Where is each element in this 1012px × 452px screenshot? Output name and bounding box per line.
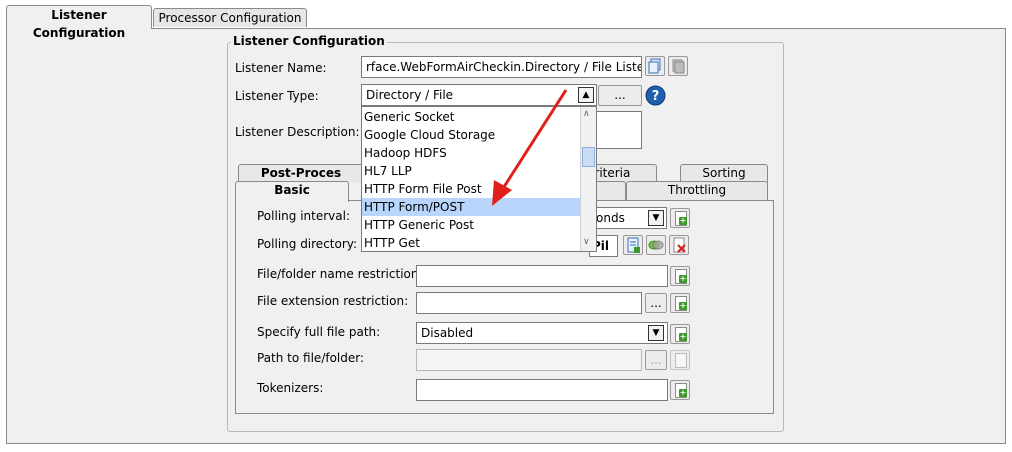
list-item[interactable]: HTTP Get xyxy=(362,234,596,252)
copy-icon xyxy=(648,58,661,74)
listener-name-label: Listener Name: xyxy=(235,61,327,75)
scroll-up-arrow-icon[interactable]: ∧ xyxy=(583,109,590,119)
ext-restriction-browse-button[interactable]: ... xyxy=(645,293,667,313)
name-restriction-label: File/folder name restriction: xyxy=(257,267,423,281)
polling-directory-label: Polling directory: xyxy=(257,237,358,251)
svg-text:?: ? xyxy=(652,89,660,104)
full-path-label: Specify full file path: xyxy=(257,325,381,339)
paste-button[interactable] xyxy=(668,56,688,76)
tokenizers-add-button[interactable]: + xyxy=(670,380,690,400)
listener-description-label: Listener Description: xyxy=(235,125,360,139)
listener-name-field[interactable]: rface.WebFormAirCheckin.Directory / File… xyxy=(361,56,642,78)
note-icon xyxy=(627,237,640,253)
add-icon: + xyxy=(679,274,687,283)
dropdown-scrollbar[interactable]: ∧ ∨ xyxy=(580,107,596,251)
tokenizers-label: Tokenizers: xyxy=(257,381,324,395)
add-icon: + xyxy=(679,332,687,341)
full-path-add-button[interactable]: + xyxy=(670,324,690,344)
listener-type-browse-button[interactable]: ... xyxy=(598,85,642,106)
polling-interval-add-button[interactable]: + xyxy=(670,208,690,228)
ext-restriction-label: File extension restriction: xyxy=(257,294,409,308)
copy-button[interactable] xyxy=(645,56,665,76)
chevron-down-icon[interactable]: ▼ xyxy=(648,210,664,226)
tab-listener-configuration[interactable]: Listener Configuration xyxy=(6,5,152,40)
listener-type-label: Listener Type: xyxy=(235,89,319,103)
delete-icon xyxy=(673,237,686,253)
path-to-add-button xyxy=(670,350,690,370)
scrollbar-thumb[interactable] xyxy=(582,147,595,167)
add-icon: + xyxy=(679,301,687,310)
group-title: Listener Configuration xyxy=(231,34,387,48)
note-icon xyxy=(675,353,687,368)
add-icon: + xyxy=(679,216,687,225)
full-path-select[interactable]: Disabled xyxy=(416,322,668,344)
ext-restriction-field[interactable] xyxy=(416,292,642,314)
path-to-label: Path to file/folder: xyxy=(257,351,365,365)
polling-interval-label: Polling interval: xyxy=(257,209,350,223)
polling-directory-delete-button[interactable] xyxy=(669,235,689,255)
polling-directory-toggle-button[interactable] xyxy=(646,235,666,255)
paste-icon xyxy=(672,59,685,74)
name-restriction-add-button[interactable]: + xyxy=(670,266,690,286)
polling-directory-note-button[interactable] xyxy=(623,235,643,255)
tokenizers-field[interactable] xyxy=(416,379,668,401)
add-icon: + xyxy=(679,388,687,397)
ext-restriction-add-button[interactable]: + xyxy=(670,293,690,313)
help-icon[interactable]: ? xyxy=(645,85,666,106)
list-item[interactable]: HTTP Generic Post xyxy=(362,216,596,234)
scroll-down-arrow-icon[interactable]: ∨ xyxy=(583,237,590,247)
tab-basic[interactable]: Basic xyxy=(235,181,349,202)
chevron-down-icon[interactable]: ▼ xyxy=(648,325,664,341)
toggle-icon xyxy=(648,240,664,250)
tab-throttling[interactable]: Throttling xyxy=(626,181,768,201)
tab-processor-configuration[interactable]: Processor Configuration xyxy=(153,8,307,27)
annotation-arrow xyxy=(492,89,568,206)
name-restriction-field[interactable] xyxy=(416,265,668,287)
path-to-field xyxy=(416,349,642,371)
chevron-up-icon[interactable]: ▲ xyxy=(578,87,594,103)
path-to-browse-button: ... xyxy=(645,350,667,370)
